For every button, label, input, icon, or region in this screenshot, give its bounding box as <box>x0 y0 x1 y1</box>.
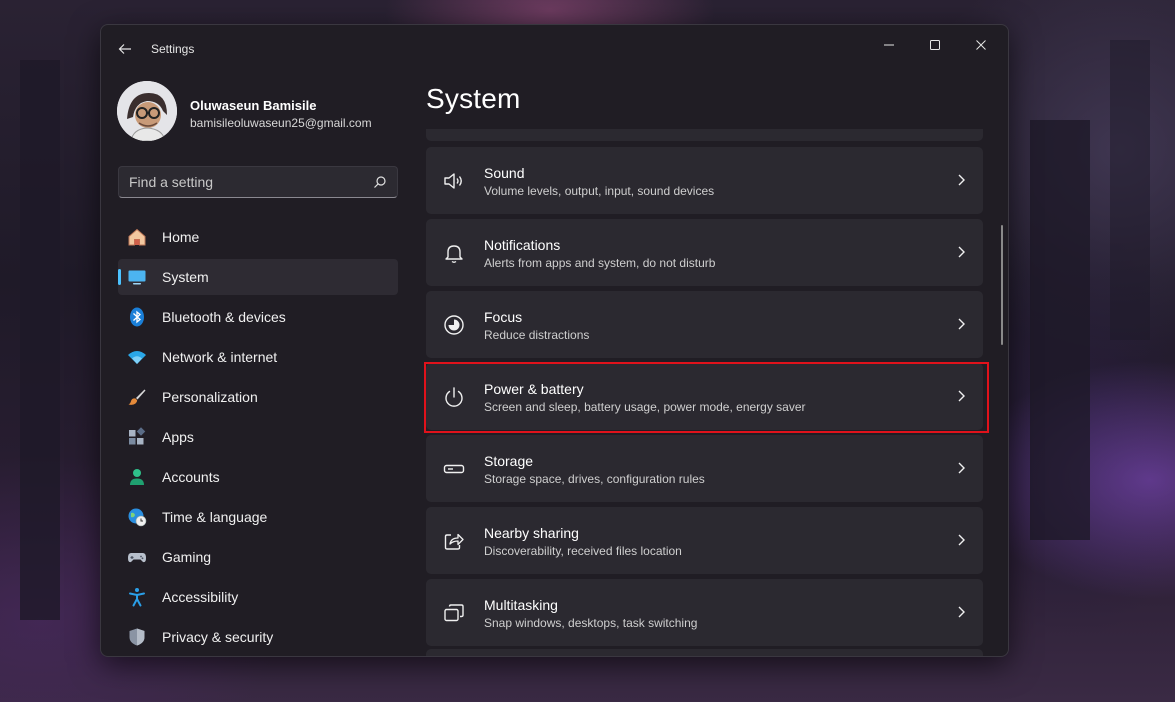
shield-icon <box>129 628 145 646</box>
sidebar-item-label: Accounts <box>162 469 220 485</box>
previous-card-peek <box>426 129 983 141</box>
card-title: Storage <box>484 453 534 469</box>
card-title: Nearby sharing <box>484 525 579 541</box>
sidebar-item-label: Privacy & security <box>162 629 274 645</box>
sidebar-item-privacy[interactable]: Privacy & security <box>118 619 398 655</box>
search-input[interactable]: Find a setting <box>129 174 213 190</box>
chevron-right-icon <box>958 606 965 618</box>
sidebar-item-accessibility[interactable]: Accessibility <box>118 579 398 615</box>
user-email: bamisileoluwaseun25@gmail.com <box>190 116 372 130</box>
back-button[interactable] <box>113 37 137 61</box>
settings-card-storage[interactable]: Storage Storage space, drives, configura… <box>426 435 983 502</box>
card-title: Multitasking <box>484 597 558 613</box>
maximize-icon <box>930 40 940 50</box>
settings-card-focus[interactable]: Focus Reduce distractions <box>426 291 983 358</box>
card-title: Sound <box>484 165 525 181</box>
avatar <box>117 81 177 141</box>
search-box[interactable]: Find a setting <box>118 166 398 198</box>
card-title: Focus <box>484 309 523 325</box>
chevron-right-icon <box>958 462 965 474</box>
back-arrow-icon <box>118 44 131 54</box>
next-card-peek <box>426 649 983 656</box>
settings-card-multitasking[interactable]: Multitasking Snap windows, desktops, tas… <box>426 579 983 646</box>
sidebar-item-label: Personalization <box>162 389 258 405</box>
sidebar-item-personalization[interactable]: Personalization <box>118 379 398 415</box>
minimize-button[interactable] <box>866 29 912 61</box>
sidebar-item-apps[interactable]: Apps <box>118 419 398 455</box>
highlight-box <box>424 362 989 433</box>
chevron-right-icon <box>958 318 965 330</box>
chevron-right-icon <box>958 534 965 546</box>
chevron-right-icon <box>958 246 965 258</box>
sidebar-item-label: Gaming <box>162 549 212 565</box>
sidebar-item-accounts[interactable]: Accounts <box>118 459 398 495</box>
scrollbar-thumb[interactable] <box>1001 225 1003 345</box>
card-description: Discoverability, received files location <box>484 544 682 558</box>
apps-icon <box>129 427 146 445</box>
sidebar-item-network[interactable]: Network & internet <box>118 339 398 375</box>
selected-indicator <box>118 269 121 285</box>
sidebar-item-bluetooth[interactable]: Bluetooth & devices <box>118 299 398 335</box>
card-description: Volume levels, output, input, sound devi… <box>484 184 715 198</box>
wifi-icon <box>128 351 146 364</box>
card-description: Storage space, drives, configuration rul… <box>484 472 705 486</box>
sidebar-item-gaming[interactable]: Gaming <box>118 539 398 575</box>
settings-card-sound[interactable]: Sound Volume levels, output, input, soun… <box>426 147 983 214</box>
gamepad-icon <box>128 553 146 563</box>
minimize-icon <box>884 44 894 46</box>
card-description: Snap windows, desktops, task switching <box>484 616 698 630</box>
card-description: Alerts from apps and system, do not dist… <box>484 256 716 270</box>
accessibility-icon <box>129 588 145 607</box>
sidebar-item-home[interactable]: Home <box>118 219 398 255</box>
maximize-button[interactable] <box>912 29 958 61</box>
sidebar-item-label: Network & internet <box>162 349 278 365</box>
speaker-icon <box>444 173 462 189</box>
system-icon <box>128 270 146 285</box>
globe-clock-icon <box>128 508 147 527</box>
sidebar-item-label: Time & language <box>162 509 268 525</box>
close-button[interactable] <box>958 29 1004 61</box>
wallpaper-tower-left <box>20 60 60 620</box>
wallpaper-tower-right <box>1030 120 1090 540</box>
app-title: Settings <box>151 42 195 56</box>
storage-icon <box>443 464 465 474</box>
multitasking-icon <box>444 604 464 622</box>
settings-window: Settings Oluwaseun Bamisile bamisileoluw… <box>100 24 1009 657</box>
title-bar: Settings <box>101 25 1008 73</box>
home-icon <box>128 228 146 246</box>
sidebar-item-time-language[interactable]: Time & language <box>118 499 398 535</box>
close-icon <box>976 40 986 50</box>
chevron-right-icon <box>958 174 965 186</box>
user-name: Oluwaseun Bamisile <box>190 98 317 113</box>
sidebar-item-label: System <box>162 269 209 285</box>
sidebar-item-label: Home <box>162 229 200 245</box>
sidebar-item-system[interactable]: System <box>118 259 398 295</box>
brush-icon <box>128 389 146 405</box>
card-title: Notifications <box>484 237 561 253</box>
focus-icon <box>444 315 464 335</box>
search-icon[interactable] <box>373 175 387 189</box>
sidebar-item-label: Accessibility <box>162 589 239 605</box>
sidebar-item-label: Apps <box>162 429 194 445</box>
user-profile[interactable]: Oluwaseun Bamisile bamisileoluwaseun25@g… <box>117 81 407 143</box>
card-description: Reduce distractions <box>484 328 590 342</box>
bell-icon <box>445 245 463 263</box>
sidebar-item-label: Bluetooth & devices <box>162 309 286 325</box>
share-icon <box>444 533 464 550</box>
wallpaper-tower-right-2 <box>1110 40 1150 340</box>
accounts-icon <box>130 469 144 485</box>
sidebar-nav: Home System Bluetooth & devices Network … <box>118 219 398 656</box>
settings-card-nearby-sharing[interactable]: Nearby sharing Discoverability, received… <box>426 507 983 574</box>
settings-card-notifications[interactable]: Notifications Alerts from apps and syste… <box>426 219 983 286</box>
page-title: System <box>426 83 521 114</box>
bluetooth-icon <box>130 307 144 327</box>
